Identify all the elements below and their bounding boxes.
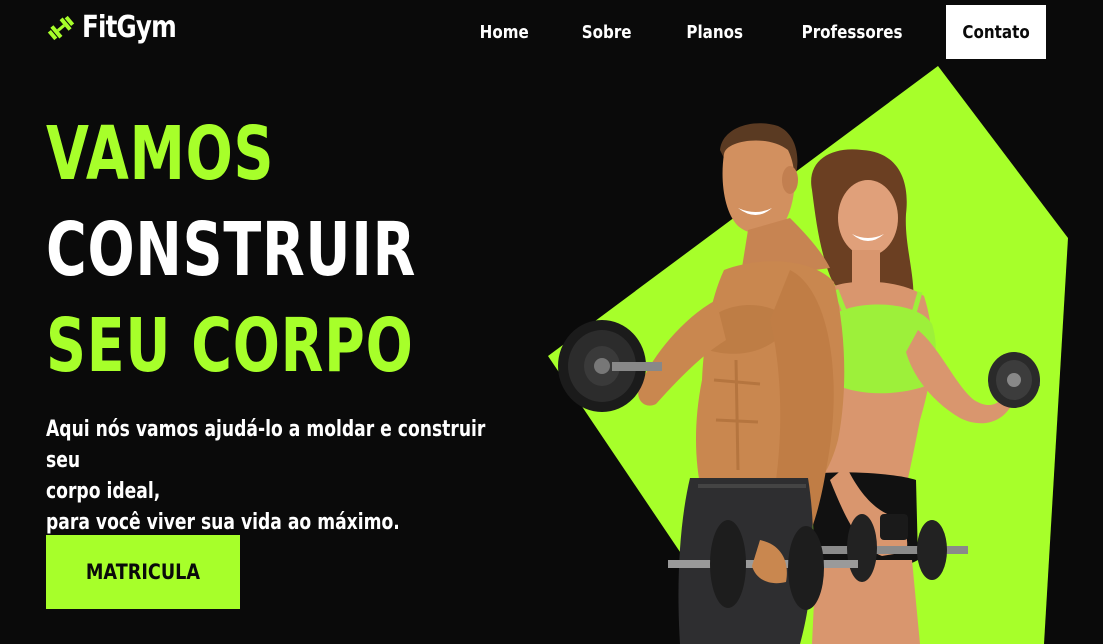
description-line-2: corpo ideal, [46,479,161,504]
brand-logo[interactable]: FitGym [46,10,197,45]
description-line-1: Aqui nós vamos ajudá-lo a moldar e const… [46,417,486,473]
headline-line-2: CONSTRUIR [46,207,417,293]
nav-item-professores[interactable]: Professores [802,22,903,43]
man-figure [638,123,845,644]
nav-item-sobre[interactable]: Sobre [582,22,632,43]
top-navbar: FitGym Home Sobre Planos Professores Con… [0,0,1103,64]
brand-name: FitGym [82,10,177,45]
contact-button-label: Contato [962,21,1030,43]
dumbbell-left [558,320,662,412]
dumbbell-lower-left [668,520,858,610]
headline-line-1: VAMOS [46,111,275,197]
contact-button[interactable]: Contato [946,5,1046,59]
dumbbell-lower-right [808,514,968,582]
hero-description: Aqui nós vamos ajudá-lo a moldar e const… [46,414,514,538]
hero-headline: VAMOS CONSTRUIR SEU CORPO [46,106,540,394]
matricula-button[interactable]: MATRICULA [46,535,240,609]
matricula-button-label: MATRICULA [85,560,201,584]
description-line-3: para você viver sua vida ao máximo. [46,510,400,535]
headline-line-3: SEU CORPO [46,303,414,389]
nav-menu: Home Sobre Planos Professores Contato [475,5,1046,59]
woman-figure [811,149,1012,644]
dumbbell-icon [47,15,75,40]
nav-item-home[interactable]: Home [479,22,528,43]
nav-item-planos[interactable]: Planos [686,22,743,43]
accent-triangle [548,66,1068,644]
dumbbell-right [988,352,1040,408]
